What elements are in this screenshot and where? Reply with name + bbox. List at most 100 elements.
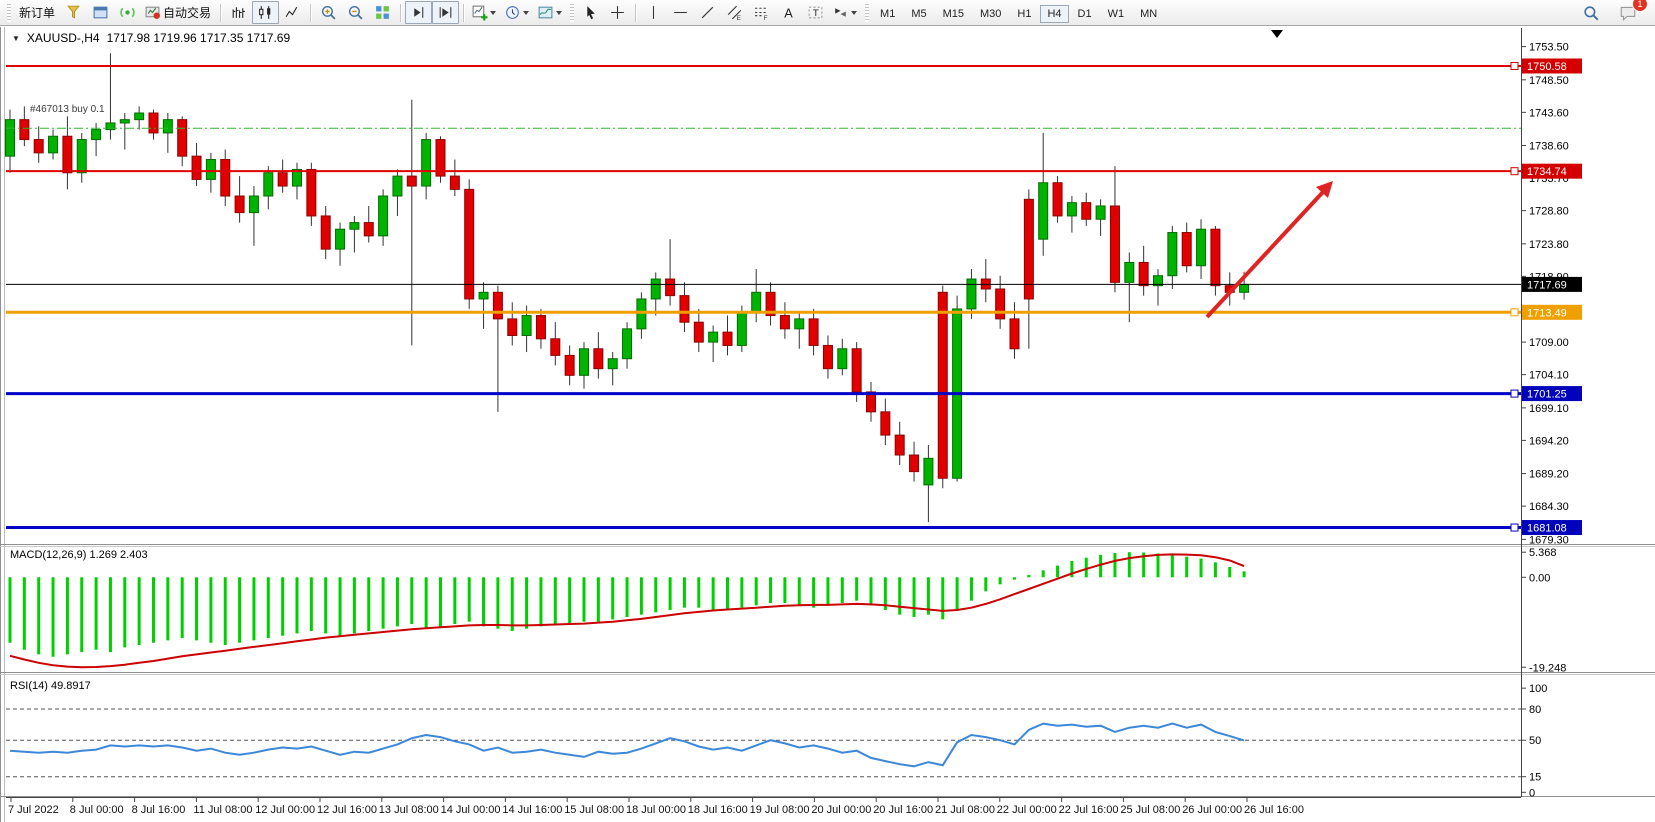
rsi-axis-label: 50 (1529, 735, 1541, 747)
symbol-period: XAUUSD-,H4 (27, 31, 100, 45)
data-window-icon (92, 4, 109, 21)
indicators-button[interactable] (468, 1, 501, 24)
collapse-triangle-icon[interactable]: ▼ (12, 34, 20, 43)
candle-body (608, 359, 617, 369)
time-axis-label: 18 Jul 16:00 (688, 804, 748, 816)
price-badge-value: 1681.08 (1527, 523, 1567, 535)
price-badge-value: 1734.74 (1527, 166, 1567, 178)
vertical-line-tool-button[interactable] (640, 1, 667, 24)
time-axis-label: 18 Jul 00:00 (626, 804, 686, 816)
candle-body (1197, 229, 1206, 266)
price-badge-value: 1713.49 (1527, 307, 1567, 319)
data-window-button[interactable] (87, 1, 114, 24)
candle-body (623, 329, 632, 359)
candle-body (20, 120, 29, 140)
dropdown-caret (523, 11, 529, 15)
template-icon (537, 4, 554, 21)
zoom-in-button[interactable] (315, 1, 342, 24)
auto-scroll-button[interactable] (405, 1, 432, 24)
zoom-out-button[interactable] (342, 1, 369, 24)
search-button[interactable] (1577, 1, 1604, 24)
signals-button[interactable] (114, 1, 141, 24)
candle-body (422, 140, 431, 186)
bar-chart-mode-button[interactable] (225, 1, 252, 24)
time-axis-label: 12 Jul 16:00 (317, 804, 377, 816)
fibonacci-tool-button[interactable]: F (748, 1, 775, 24)
text-label-tool-button[interactable]: T (802, 1, 829, 24)
rsi-axis-label: 80 (1529, 704, 1541, 716)
candle-body (1082, 203, 1091, 220)
candle-body (881, 412, 890, 435)
templates-button[interactable] (534, 1, 567, 24)
shapes-tool-button[interactable] (829, 1, 862, 24)
price-axis-label: 1738.60 (1529, 141, 1569, 153)
timeframe-D1[interactable]: D1 (1071, 5, 1099, 23)
candle-body (551, 339, 560, 356)
timeframe-M5[interactable]: M5 (904, 5, 933, 23)
candle-body (838, 349, 847, 369)
separator (310, 4, 311, 22)
toolbar-grip[interactable] (865, 4, 869, 22)
toolbar-grip[interactable] (7, 4, 11, 22)
candle-body (1110, 206, 1119, 282)
rsi-axis-label: 100 (1529, 683, 1547, 695)
chart-shift-button[interactable] (432, 1, 459, 24)
candle-body (163, 120, 172, 133)
candle-body (780, 316, 789, 329)
price-axis-label: 1694.20 (1529, 435, 1569, 447)
text-tool-button[interactable]: A (775, 1, 802, 24)
trendline-tool-button[interactable] (694, 1, 721, 24)
notifications-button[interactable]: 1 (1614, 1, 1641, 24)
price-axis-label: 1704.10 (1529, 370, 1569, 382)
new-order-button[interactable]: 新订单 (14, 1, 60, 24)
candlestick-mode-button[interactable] (252, 1, 279, 24)
time-axis-label: 20 Jul 00:00 (811, 804, 871, 816)
line-anchor-square[interactable] (1511, 168, 1518, 175)
timeframe-H1[interactable]: H1 (1010, 5, 1038, 23)
timeframe-M30[interactable]: M30 (973, 5, 1008, 23)
horizontal-line-tool-button[interactable] (667, 1, 694, 24)
separator (635, 4, 636, 22)
candle-body (1125, 262, 1134, 282)
timeframe-M1[interactable]: M1 (873, 5, 902, 23)
candle-body (565, 355, 574, 375)
chart-canvas[interactable]: 1753.501748.501743.601738.601733.701728.… (0, 0, 1655, 822)
bar-chart-icon (230, 4, 247, 21)
line-anchor-square[interactable] (1511, 524, 1518, 531)
timeframe-H4[interactable]: H4 (1040, 5, 1068, 23)
add-indicator-icon (471, 4, 488, 21)
vertical-line-icon (645, 4, 662, 21)
toolbar-grip[interactable] (570, 4, 574, 22)
line-anchor-square[interactable] (1511, 309, 1518, 316)
timeframe-W1[interactable]: W1 (1101, 5, 1132, 23)
candle-body (637, 299, 646, 329)
funnel-icon (65, 4, 82, 21)
timeframe-buttons: M1M5M15M30H1H4D1W1MN (872, 4, 1165, 22)
candle-body (120, 120, 129, 123)
candle-body (249, 196, 258, 213)
line-anchor-square[interactable] (1511, 390, 1518, 397)
chart-title: ▼ XAUUSD-,H4 1717.98 1719.96 1717.35 171… (12, 31, 290, 45)
line-chart-mode-button[interactable] (279, 1, 306, 24)
time-axis-label: 8 Jul 00:00 (70, 804, 124, 816)
crosshair-button[interactable] (604, 1, 631, 24)
rsi-axis-label: 0 (1529, 787, 1535, 799)
svg-text:A: A (784, 5, 793, 20)
periods-button[interactable] (501, 1, 534, 24)
tile-windows-button[interactable] (369, 1, 396, 24)
cursor-icon (582, 4, 599, 21)
candle-body (77, 140, 86, 173)
trendline-icon (699, 4, 716, 21)
channel-tool-button[interactable]: E (721, 1, 748, 24)
line-anchor-square[interactable] (1511, 62, 1518, 69)
time-axis-label: 15 Jul 08:00 (564, 804, 624, 816)
timeframe-M15[interactable]: M15 (936, 5, 971, 23)
candle-body (92, 130, 101, 140)
candle-body (278, 173, 287, 186)
price-axis-label: 1699.10 (1529, 403, 1569, 415)
candle-body (709, 332, 718, 342)
market-watch-button[interactable] (60, 1, 87, 24)
timeframe-MN[interactable]: MN (1133, 5, 1164, 23)
auto-trading-button[interactable]: 自动交易 (141, 1, 216, 24)
cursor-button[interactable] (577, 1, 604, 24)
